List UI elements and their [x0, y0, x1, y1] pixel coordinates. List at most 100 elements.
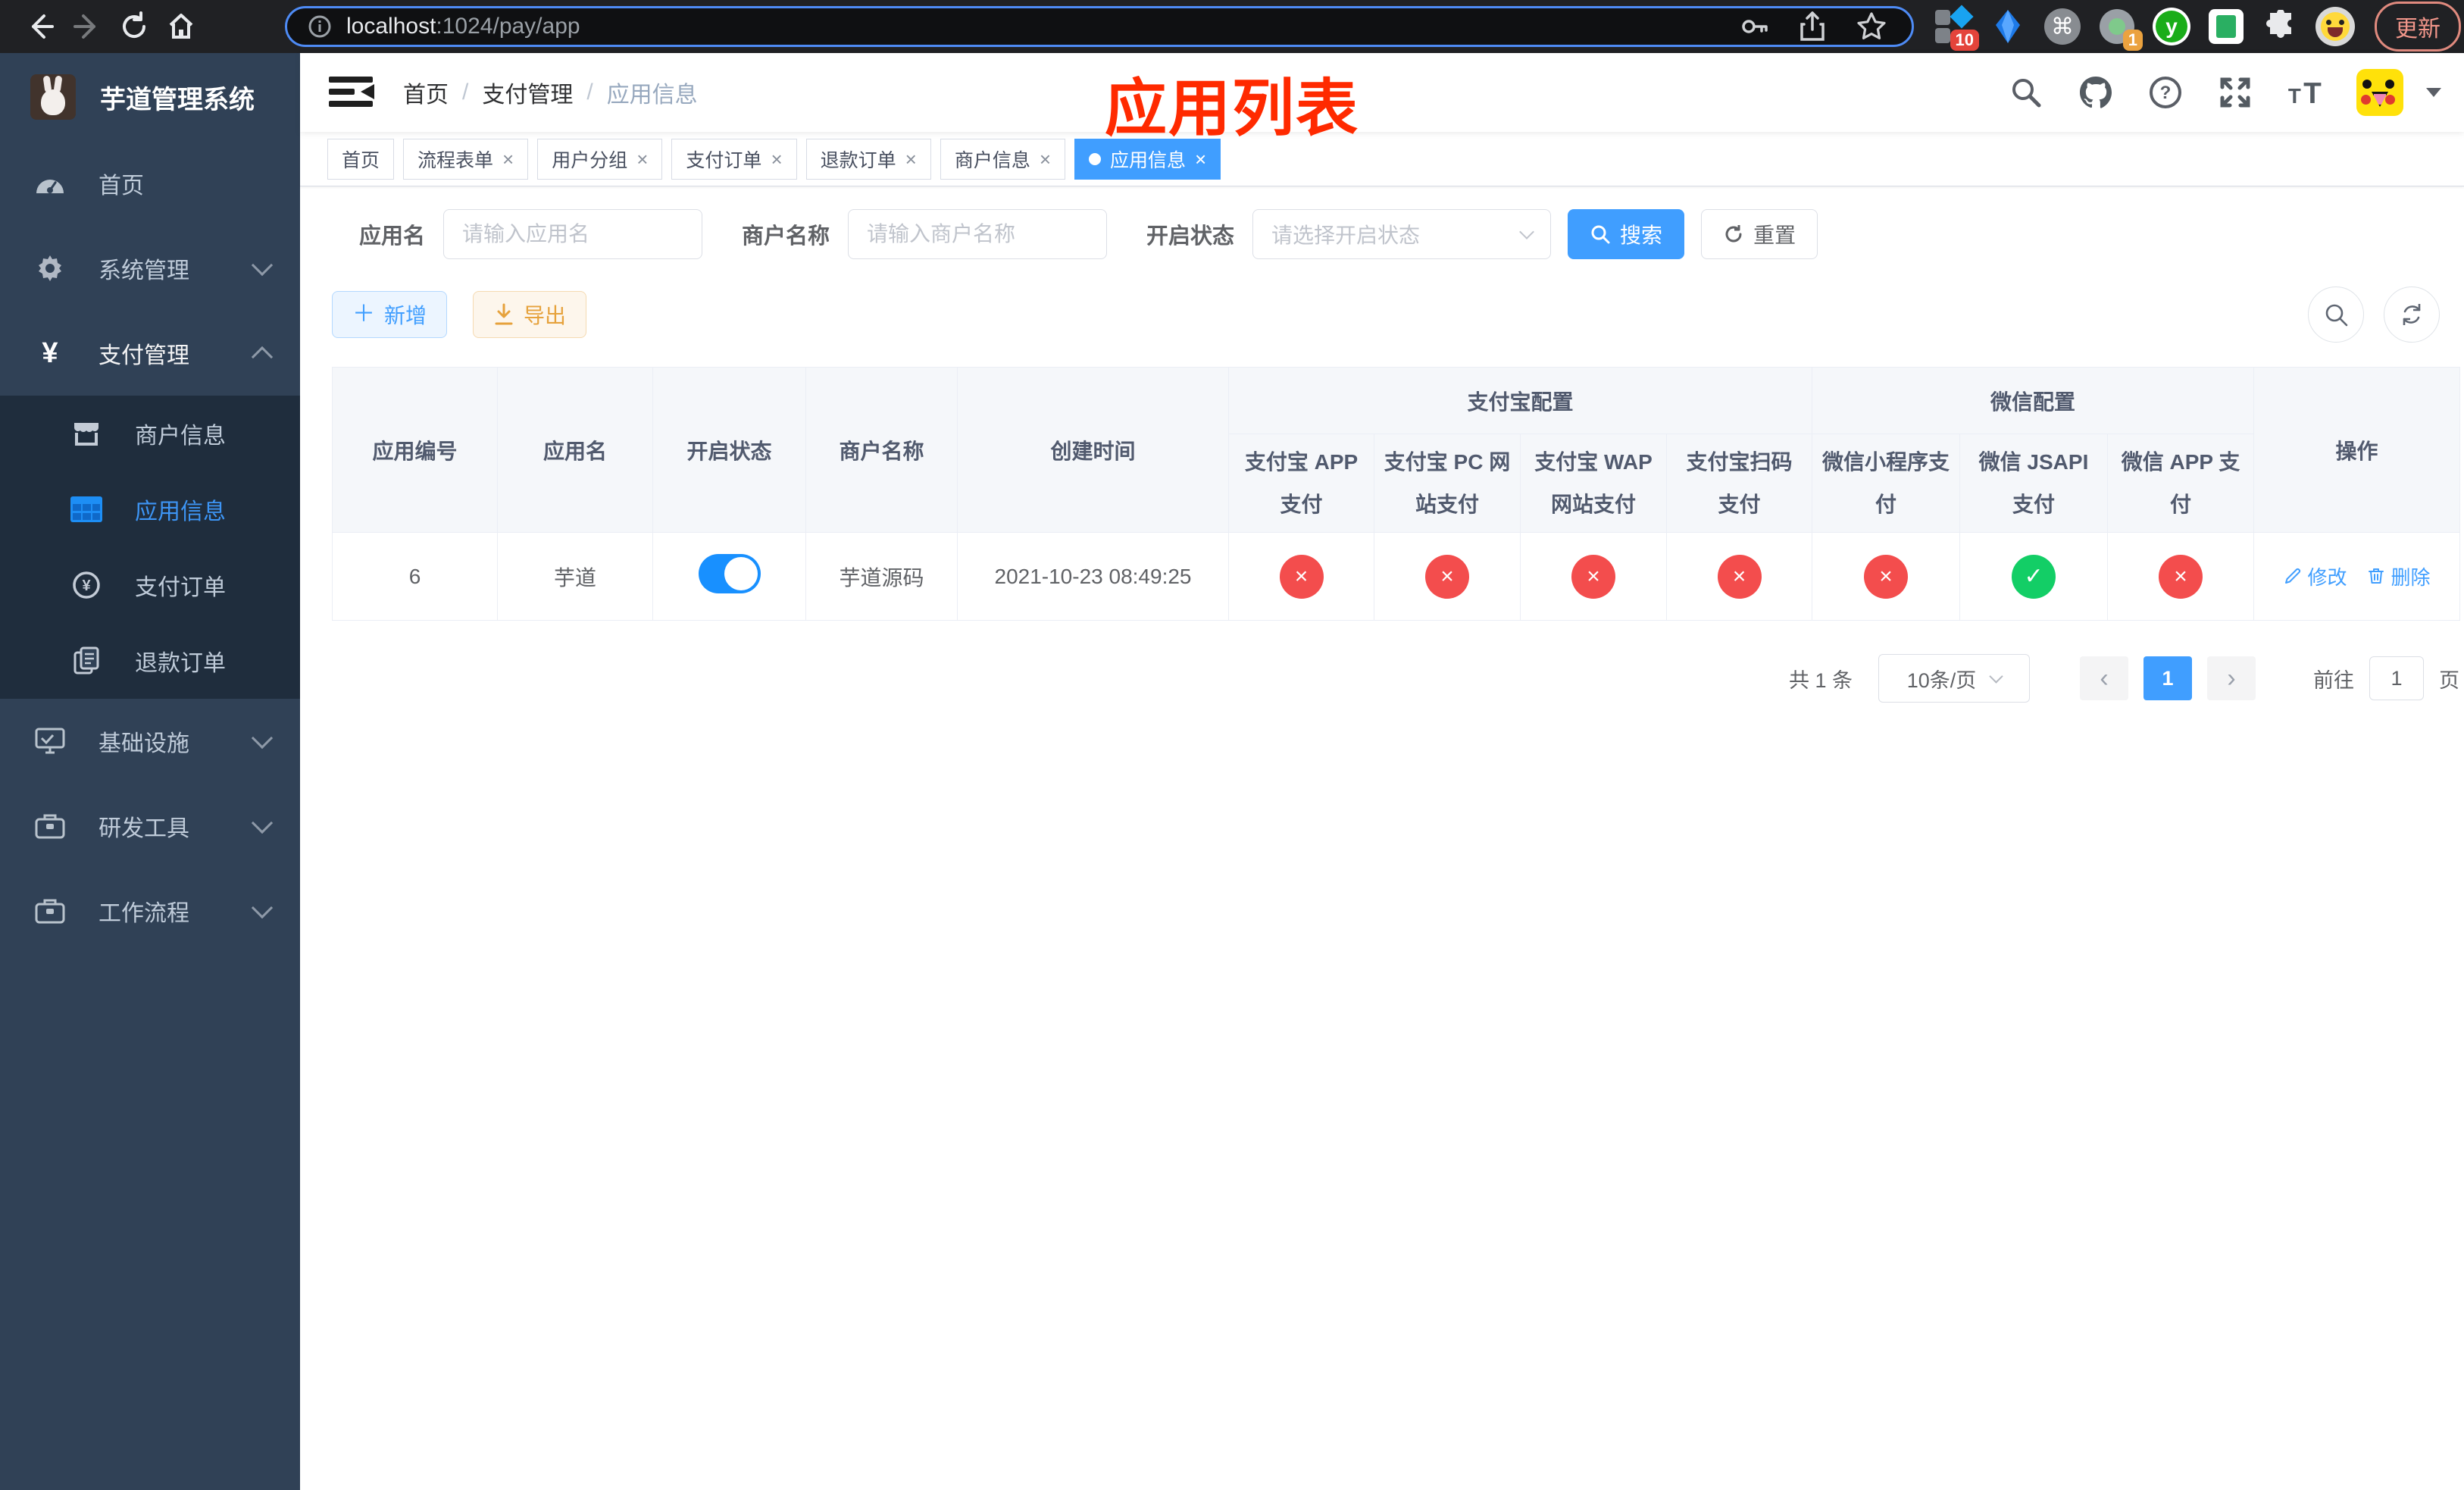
channel-status-icon: × [1425, 554, 1469, 599]
prev-page-button[interactable]: ‹ [2080, 656, 2128, 700]
tab-refund-orders[interactable]: 退款订单 × [805, 138, 931, 180]
share-icon[interactable] [1798, 11, 1827, 42]
extension-command-icon[interactable]: ⌘ [2043, 7, 2082, 46]
breadcrumb-payment[interactable]: 支付管理 [482, 76, 573, 109]
user-avatar[interactable] [2356, 69, 2403, 116]
close-icon[interactable]: × [905, 149, 917, 169]
close-icon[interactable]: × [1040, 149, 1051, 169]
table-row: 6 芋道 芋道源码 2021-10-23 08:49:25 × × × × × … [332, 532, 2461, 621]
browser-chrome: localhost:1024/pay/app 10 ⌘ 1 y 更新 [0, 0, 2464, 53]
app-name-input[interactable] [443, 209, 703, 259]
tab-home[interactable]: 首页 [327, 138, 395, 180]
col-alipay-pc: 支付宝 PC 网站支付 [1374, 434, 1521, 533]
add-button[interactable]: ＋ 新增 [332, 291, 448, 338]
sidebar-item-merchant-info[interactable]: 商户信息 [0, 396, 300, 471]
page-size-select[interactable]: 10条/页 [1878, 654, 2030, 703]
page-number-1[interactable]: 1 [2143, 656, 2192, 700]
extension-y-icon[interactable]: y [2152, 7, 2191, 46]
browser-forward-icon[interactable] [64, 6, 111, 47]
app-logo-rabbit [30, 74, 76, 120]
channel-status-icon: × [1717, 554, 1762, 599]
goto-prefix: 前往 [2313, 668, 2354, 692]
sidebar-item-workflow[interactable]: 工作流程 [0, 869, 300, 953]
site-info-icon[interactable] [307, 14, 333, 39]
tab-pay-orders[interactable]: 支付订单 × [671, 138, 797, 180]
status-toggle[interactable] [698, 554, 761, 593]
cell-status [652, 532, 806, 621]
sidebar-item-infra[interactable]: 基础设施 [0, 699, 300, 784]
document-copy-icon [70, 646, 103, 675]
fullscreen-icon[interactable] [2217, 74, 2253, 111]
tab-merchant-info[interactable]: 商户信息 × [940, 138, 1066, 180]
hamburger-icon[interactable] [326, 69, 376, 117]
chevron-down-icon [251, 897, 274, 919]
tab-process-form[interactable]: 流程表单 × [403, 138, 529, 180]
profile-avatar-icon[interactable] [2315, 7, 2355, 46]
close-icon[interactable]: × [771, 149, 782, 169]
sidebar-item-app-info[interactable]: 应用信息 [0, 471, 300, 547]
chevron-down-icon [1989, 668, 2003, 684]
refresh-table-button[interactable] [2384, 286, 2440, 343]
download-icon [495, 303, 513, 325]
export-button[interactable]: 导出 [473, 291, 587, 338]
browser-update-button[interactable]: 更新 [2375, 2, 2461, 52]
password-key-icon[interactable] [1739, 11, 1769, 42]
extension-record-icon[interactable]: 1 [2097, 7, 2143, 51]
browser-home-icon[interactable] [158, 6, 205, 47]
plus-icon: ＋ [352, 302, 375, 327]
goto-page-input[interactable] [2369, 656, 2424, 700]
filter-form: 应用名 商户名称 开启状态 请选择开启状态 搜索 重置 [359, 209, 2464, 259]
close-icon[interactable]: × [636, 149, 648, 169]
app-name-label: 应用名 [359, 224, 426, 249]
extension-puzzle-icon[interactable] [2261, 7, 2300, 46]
tab-user-group[interactable]: 用户分组 × [537, 138, 663, 180]
sidebar: 芋道管理系统 首页 系统管理 ¥ 支付管理 商户信息 应用信息 ¥ 支付订单 退… [0, 53, 300, 1490]
github-icon[interactable] [2078, 74, 2114, 111]
url-bar[interactable]: localhost:1024/pay/app [285, 6, 1914, 47]
font-size-icon[interactable]: TT [2287, 74, 2323, 111]
cell-created: 2021-10-23 08:49:25 [957, 532, 1229, 621]
cell-app-id: 6 [332, 532, 498, 621]
col-wechat-jsapi: 微信 JSAPI 支付 [1959, 434, 2109, 533]
col-wechat-mini: 微信小程序支付 [1812, 434, 1961, 533]
search-icon [2325, 304, 2348, 327]
sidebar-item-pay-orders[interactable]: ¥ 支付订单 [0, 547, 300, 623]
status-select[interactable]: 请选择开启状态 [1252, 209, 1552, 259]
header-search-icon[interactable] [2008, 74, 2044, 111]
next-page-button[interactable]: › [2207, 656, 2256, 700]
help-icon[interactable]: ? [2147, 74, 2184, 111]
extension-notes-icon[interactable] [2206, 7, 2246, 46]
app-table: 应用编号 应用名 开启状态 商户名称 创建时间 支付宝配置 微信配置 操作 支付… [332, 367, 2461, 621]
show-search-button[interactable] [2308, 286, 2364, 343]
close-icon[interactable]: × [1195, 149, 1206, 169]
gear-icon [33, 254, 67, 283]
browser-back-icon[interactable] [17, 6, 64, 47]
sidebar-item-dev-tools[interactable]: 研发工具 [0, 784, 300, 869]
edit-pencil-icon [2284, 568, 2300, 584]
col-alipay-wap: 支付宝 WAP 网站支付 [1520, 434, 1667, 533]
col-actions: 操作 [2253, 367, 2461, 533]
search-button[interactable]: 搜索 [1568, 209, 1685, 259]
extension-gem-icon[interactable] [1988, 7, 2028, 46]
breadcrumb: 首页 / 支付管理 / 应用信息 [403, 76, 698, 109]
breadcrumb-home[interactable]: 首页 [403, 76, 449, 109]
close-icon[interactable]: × [502, 149, 514, 169]
sidebar-item-home[interactable]: 首页 [0, 141, 300, 226]
edit-link[interactable]: 修改 [2284, 562, 2347, 590]
sidebar-item-payment[interactable]: ¥ 支付管理 [0, 311, 300, 396]
avatar-caret-icon[interactable] [2426, 88, 2441, 97]
group-alipay-config: 支付宝配置 [1227, 367, 1813, 434]
toolbox-icon [33, 898, 67, 924]
sidebar-item-system[interactable]: 系统管理 [0, 226, 300, 311]
bookmark-star-icon[interactable] [1856, 11, 1887, 42]
extensions-area: 10 ⌘ 1 y [1934, 5, 2355, 51]
tag-view-bar: 首页 流程表单 × 用户分组 × 支付订单 × 退款订单 × 商户信息 × 应用信息 × [300, 132, 2464, 186]
merchant-name-input[interactable] [848, 209, 1108, 259]
browser-reload-icon[interactable] [111, 6, 158, 47]
extension-tiles-icon[interactable]: 10 [1934, 5, 1979, 51]
sidebar-item-refund-orders[interactable]: 退款订单 [0, 623, 300, 699]
grid-table-icon [70, 496, 103, 522]
delete-link[interactable]: 删除 [2367, 562, 2431, 590]
url-text[interactable]: localhost:1024/pay/app [346, 14, 1739, 39]
reset-button[interactable]: 重置 [1701, 209, 1818, 259]
